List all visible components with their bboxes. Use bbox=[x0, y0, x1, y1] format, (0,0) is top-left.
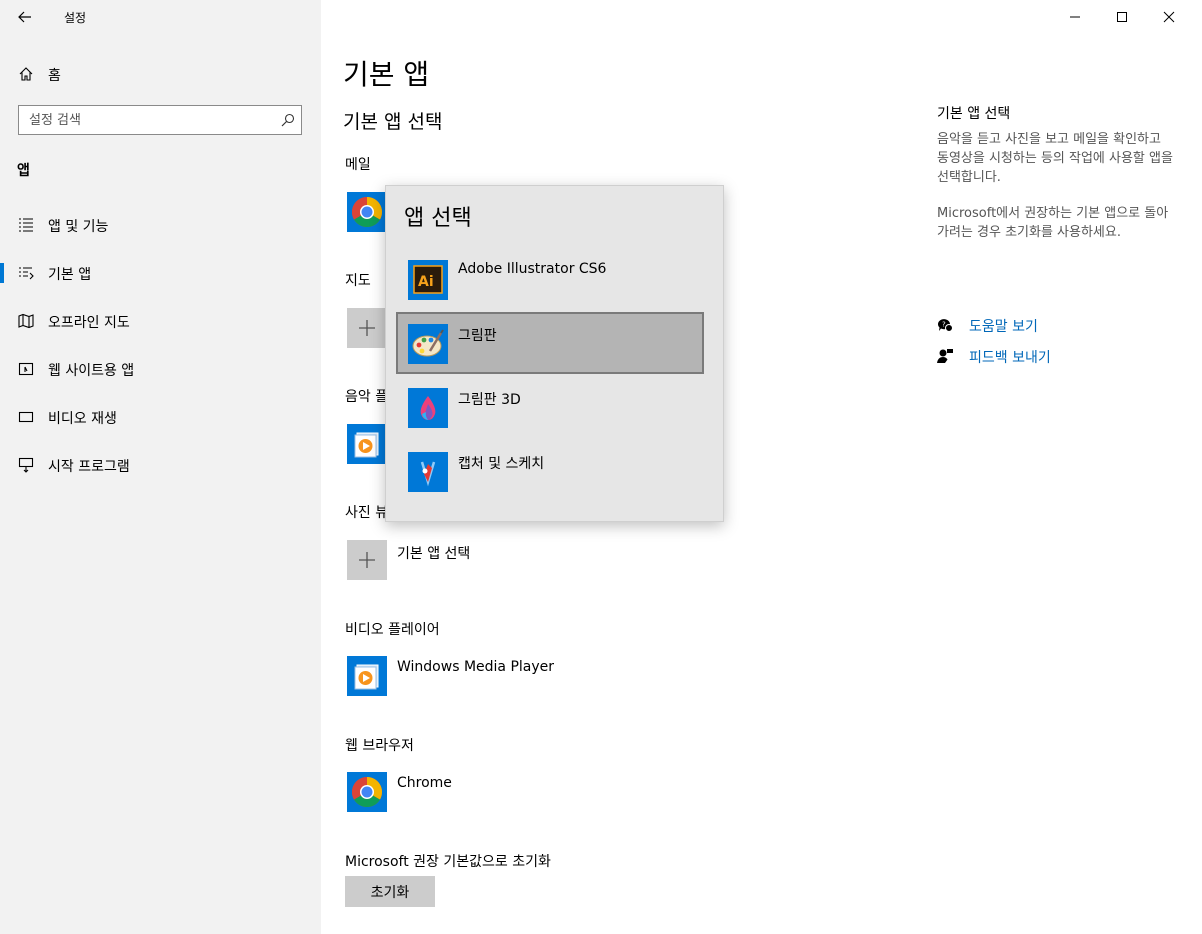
media-player-icon bbox=[347, 656, 387, 696]
default-photos-app[interactable]: 기본 앱 선택 bbox=[345, 540, 545, 584]
flyout-item-name: 그림판 3D bbox=[458, 392, 521, 408]
sidebar-item-label: 비디오 재생 bbox=[48, 411, 117, 427]
back-button[interactable] bbox=[10, 6, 40, 28]
help-chat-icon: ? bbox=[937, 319, 953, 332]
category-label-video-player: 비디오 플레이어 bbox=[345, 622, 440, 638]
sidebar-item-offline-maps[interactable]: 오프라인 지도 bbox=[0, 301, 321, 341]
reset-label: Microsoft 권장 기본값으로 초기화 bbox=[345, 854, 551, 870]
default-browser-app[interactable]: Chrome bbox=[345, 772, 485, 816]
feedback-link-label: 피드백 보내기 bbox=[969, 350, 1051, 366]
sidebar-item-label: 앱 및 기능 bbox=[48, 219, 109, 235]
svg-text:Ai: Ai bbox=[418, 274, 434, 290]
category-label-mail: 메일 bbox=[345, 157, 371, 173]
flyout-item-snip-sketch[interactable]: 캡처 및 스케치 bbox=[396, 440, 704, 502]
website-apps-icon bbox=[18, 362, 34, 376]
page-subtitle: 기본 앱 선택 bbox=[343, 111, 443, 133]
snip-sketch-icon bbox=[408, 452, 448, 492]
default-apps-icon bbox=[19, 267, 34, 280]
app-name: Windows Media Player bbox=[397, 659, 555, 675]
flyout-item-paint[interactable]: 그림판 bbox=[396, 312, 704, 374]
flyout-item-paint-3d[interactable]: 그림판 3D bbox=[396, 376, 704, 438]
close-icon bbox=[1163, 11, 1175, 23]
default-music-app[interactable] bbox=[345, 424, 387, 468]
back-arrow-icon bbox=[18, 11, 31, 23]
video-icon bbox=[18, 411, 34, 423]
search-box[interactable] bbox=[18, 105, 302, 135]
map-icon bbox=[18, 313, 34, 329]
help-link-label: 도움말 보기 bbox=[969, 319, 1038, 335]
flyout-title: 앱 선택 bbox=[404, 206, 472, 231]
home-icon bbox=[19, 67, 33, 81]
sidebar-item-default-apps[interactable]: 기본 앱 bbox=[0, 253, 321, 293]
nav-home[interactable]: 홈 bbox=[0, 58, 321, 90]
title-bar: 설정 bbox=[0, 0, 321, 34]
list-icon bbox=[19, 218, 33, 232]
caption-buttons bbox=[1052, 0, 1202, 34]
paint-3d-icon bbox=[408, 388, 448, 428]
feedback-icon bbox=[937, 349, 953, 363]
sidebar: 설정 홈 앱 앱 및 기능 기본 앱 오프라인 지도 웹 사이트용 앱 bbox=[0, 0, 321, 934]
sidebar-item-label: 기본 앱 bbox=[48, 267, 92, 283]
related-title: 기본 앱 선택 bbox=[937, 106, 1011, 122]
reset-description: Microsoft에서 권장하는 기본 앱으로 돌아가려는 경우 초기화를 사용… bbox=[937, 206, 1169, 240]
sidebar-item-video-playback[interactable]: 비디오 재생 bbox=[0, 397, 321, 437]
section-title-apps: 앱 bbox=[17, 163, 30, 179]
related-description: 음악을 듣고 사진을 보고 메일을 확인하고 동영상을 시청하는 등의 작업에 … bbox=[937, 132, 1173, 185]
sidebar-item-label: 오프라인 지도 bbox=[48, 315, 130, 331]
category-label-web-browser: 웹 브라우저 bbox=[345, 738, 414, 754]
chrome-icon bbox=[347, 192, 387, 232]
category-label-photos: 사진 뷰 bbox=[345, 505, 389, 521]
default-maps-app[interactable] bbox=[345, 308, 387, 352]
chrome-icon bbox=[347, 772, 387, 812]
sidebar-item-apps-features[interactable]: 앱 및 기능 bbox=[0, 205, 321, 245]
svg-text:?: ? bbox=[942, 321, 946, 329]
sidebar-item-startup[interactable]: 시작 프로그램 bbox=[0, 445, 321, 485]
window-title: 설정 bbox=[64, 11, 87, 25]
default-mail-app[interactable] bbox=[345, 192, 387, 236]
media-player-icon bbox=[347, 424, 387, 464]
default-video-app[interactable]: Windows Media Player bbox=[345, 656, 565, 700]
paint-icon bbox=[408, 324, 448, 364]
flyout-item-name: Adobe Illustrator CS6 bbox=[458, 261, 607, 277]
flyout-item-illustrator[interactable]: Ai Adobe Illustrator CS6 bbox=[396, 248, 704, 310]
settings-window: 설정 홈 앱 앱 및 기능 기본 앱 오프라인 지도 웹 사이트용 앱 bbox=[0, 0, 1202, 934]
plus-icon bbox=[347, 540, 387, 580]
flyout-item-name: 그림판 bbox=[458, 328, 497, 344]
app-name: Chrome bbox=[397, 775, 452, 791]
app-name: 기본 앱 선택 bbox=[397, 546, 471, 562]
sidebar-item-label: 웹 사이트용 앱 bbox=[48, 363, 135, 379]
minimize-button[interactable] bbox=[1052, 0, 1098, 34]
help-link[interactable]: ? 도움말 보기 bbox=[937, 314, 1157, 336]
page-title: 기본 앱 bbox=[343, 58, 430, 91]
close-button[interactable] bbox=[1146, 0, 1192, 34]
plus-icon bbox=[347, 308, 387, 348]
flyout-item-name: 캡처 및 스케치 bbox=[458, 456, 545, 472]
category-label-music: 음악 플 bbox=[345, 389, 389, 405]
maximize-icon bbox=[1117, 12, 1127, 22]
sidebar-item-website-apps[interactable]: 웹 사이트용 앱 bbox=[0, 349, 321, 389]
nav-home-label: 홈 bbox=[48, 68, 61, 84]
reset-button[interactable]: 초기화 bbox=[345, 876, 435, 907]
startup-icon bbox=[18, 457, 34, 473]
choose-app-flyout: 앱 선택 Ai Adobe Illustrator CS6 그림판 그림판 3D… bbox=[385, 185, 724, 522]
illustrator-icon: Ai bbox=[408, 260, 448, 300]
maximize-button[interactable] bbox=[1099, 0, 1145, 34]
active-indicator bbox=[0, 263, 4, 283]
sidebar-item-label: 시작 프로그램 bbox=[48, 459, 130, 475]
minimize-icon bbox=[1070, 16, 1080, 18]
search-icon bbox=[281, 113, 295, 127]
search-input[interactable] bbox=[19, 106, 279, 134]
category-label-maps: 지도 bbox=[345, 273, 371, 289]
feedback-link[interactable]: 피드백 보내기 bbox=[937, 345, 1157, 367]
